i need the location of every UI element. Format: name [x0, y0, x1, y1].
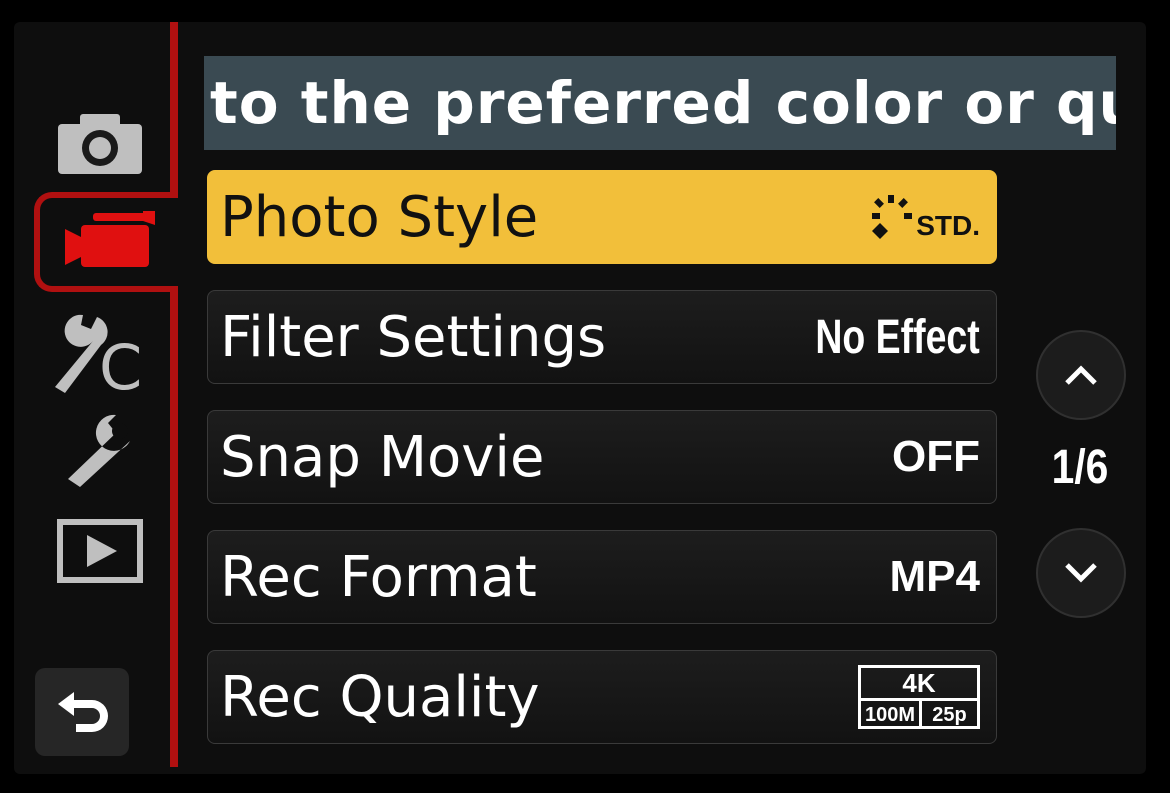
menu-item-rec-format[interactable]: Rec Format MP4	[207, 530, 997, 624]
tab-custom[interactable]: C	[40, 306, 160, 396]
menu-item-value: STD.	[870, 192, 980, 242]
tab-playback[interactable]	[40, 506, 160, 596]
back-button[interactable]	[35, 668, 129, 756]
menu-item-label: Filter Settings	[220, 304, 607, 370]
back-arrow-icon	[58, 692, 108, 732]
menu-item-value: MP4	[889, 552, 980, 601]
chevron-up-icon	[1065, 365, 1097, 385]
sidebar-divider	[170, 22, 178, 767]
menu-item-label: Photo Style	[220, 184, 539, 250]
menu-item-label: Rec Quality	[220, 664, 540, 730]
menu-description: to the preferred color or quality c	[204, 56, 1116, 150]
camera-icon	[58, 114, 142, 174]
svg-text:C: C	[99, 331, 142, 393]
menu-item-label: Rec Format	[220, 544, 537, 610]
tab-photo[interactable]	[40, 98, 160, 188]
playback-icon	[57, 519, 143, 583]
chevron-down-icon	[1065, 563, 1097, 583]
quality-resolution: 4K	[861, 668, 977, 701]
menu-item-filter-settings[interactable]: Filter Settings No Effect	[207, 290, 997, 384]
menu-item-value: No Effect	[815, 310, 980, 364]
photo-style-standard-icon	[872, 195, 913, 239]
tab-movie[interactable]	[34, 192, 178, 292]
quality-bitrate: 100M	[861, 701, 922, 729]
movie-camera-icon	[65, 211, 155, 267]
scroll-down-button[interactable]	[1036, 528, 1126, 618]
tab-setup[interactable]	[40, 406, 160, 496]
menu-item-rec-quality[interactable]: Rec Quality 4K 100M 25p	[207, 650, 997, 744]
menu-item-value: OFF	[892, 432, 980, 481]
setup-wrench-icon	[68, 414, 130, 487]
page-indicator: 1/6	[1051, 441, 1109, 494]
rec-quality-badge: 4K 100M 25p	[858, 665, 980, 729]
scroll-up-button[interactable]	[1036, 330, 1126, 420]
quality-framerate: 25p	[932, 704, 967, 726]
menu-item-label: Snap Movie	[220, 424, 545, 490]
menu-item-photo-style[interactable]: Photo Style STD.	[207, 170, 997, 264]
custom-wrench-icon: C	[55, 314, 142, 393]
menu-item-snap-movie[interactable]: Snap Movie OFF	[207, 410, 997, 504]
